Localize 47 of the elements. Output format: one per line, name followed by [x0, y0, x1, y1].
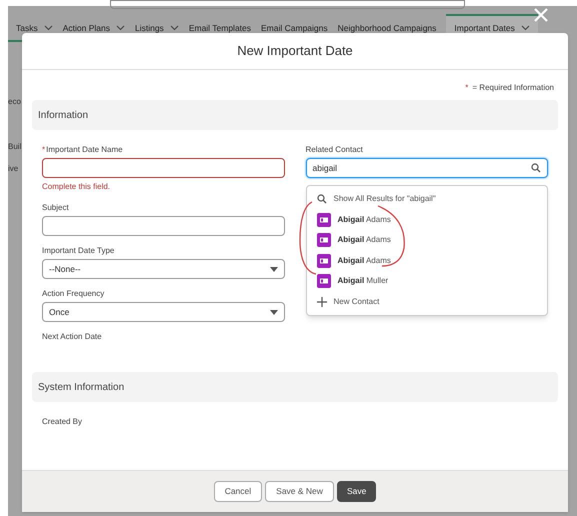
input-field[interactable]: [42, 216, 284, 236]
field-label: Next Action Date: [42, 331, 102, 343]
modal-title: New Important Date: [237, 42, 353, 60]
dropdown-arrow-icon: [270, 266, 278, 272]
nav-tab[interactable]: Email Templates: [188, 14, 252, 37]
dropdown-option[interactable]: New Contact: [306, 292, 547, 312]
dropdown-option[interactable]: Abigail Muller: [306, 271, 547, 292]
nav-tab[interactable]: Email Campaigns: [261, 14, 328, 37]
select-field[interactable]: Once: [42, 302, 284, 322]
dropdown-option[interactable]: Show All Results for "abigail": [306, 189, 547, 210]
error-message: Complete this field.: [42, 181, 112, 193]
select-field[interactable]: --None--: [42, 259, 284, 279]
background-text: eco: [8, 96, 22, 108]
dropdown-option[interactable]: Abigail Adams: [306, 210, 547, 230]
nav-tab[interactable]: Listings: [134, 14, 179, 37]
input-field[interactable]: [42, 158, 284, 178]
field-label: Important Date Type: [42, 245, 114, 257]
field-label: Related Contact: [306, 144, 363, 156]
close-icon[interactable]: [533, 7, 549, 23]
modal-button[interactable]: Save & New: [265, 481, 334, 502]
contact-card-icon: [316, 212, 330, 227]
background-text: Buil: [8, 141, 22, 153]
search-icon: [316, 194, 326, 204]
section-header[interactable]: Information: [32, 100, 558, 130]
dropdown-option[interactable]: Abigail Adams: [306, 230, 547, 250]
dropdown-arrow-icon: [270, 310, 278, 314]
field-label: Important Date Name: [46, 144, 123, 156]
field-label: Action Frequency: [42, 288, 104, 300]
contact-card-icon: [316, 274, 330, 288]
search-icon: [531, 163, 541, 173]
background-text: ive: [8, 163, 20, 175]
modal-button[interactable]: Save: [336, 481, 376, 502]
required-asterisk: *: [42, 144, 46, 156]
required-note: = Required Information: [472, 82, 554, 94]
lookup-field[interactable]: abigail: [306, 158, 548, 178]
nav-tab[interactable]: Neighborhood Campaigns: [338, 14, 436, 37]
required-asterisk: *: [465, 82, 468, 94]
modal-button[interactable]: Cancel: [214, 481, 262, 502]
field-label: Subject: [42, 202, 69, 214]
section-header[interactable]: System Information: [32, 372, 558, 402]
contact-card-icon: [316, 254, 330, 268]
contact-card-icon: [316, 233, 330, 248]
plus-icon: [316, 296, 326, 307]
dropdown-option[interactable]: Abigail Adams: [306, 250, 547, 271]
field-label: Created By: [42, 416, 82, 428]
nav-tab[interactable]: Tasks: [16, 14, 53, 37]
nav-tab[interactable]: Action Plans: [62, 14, 125, 37]
